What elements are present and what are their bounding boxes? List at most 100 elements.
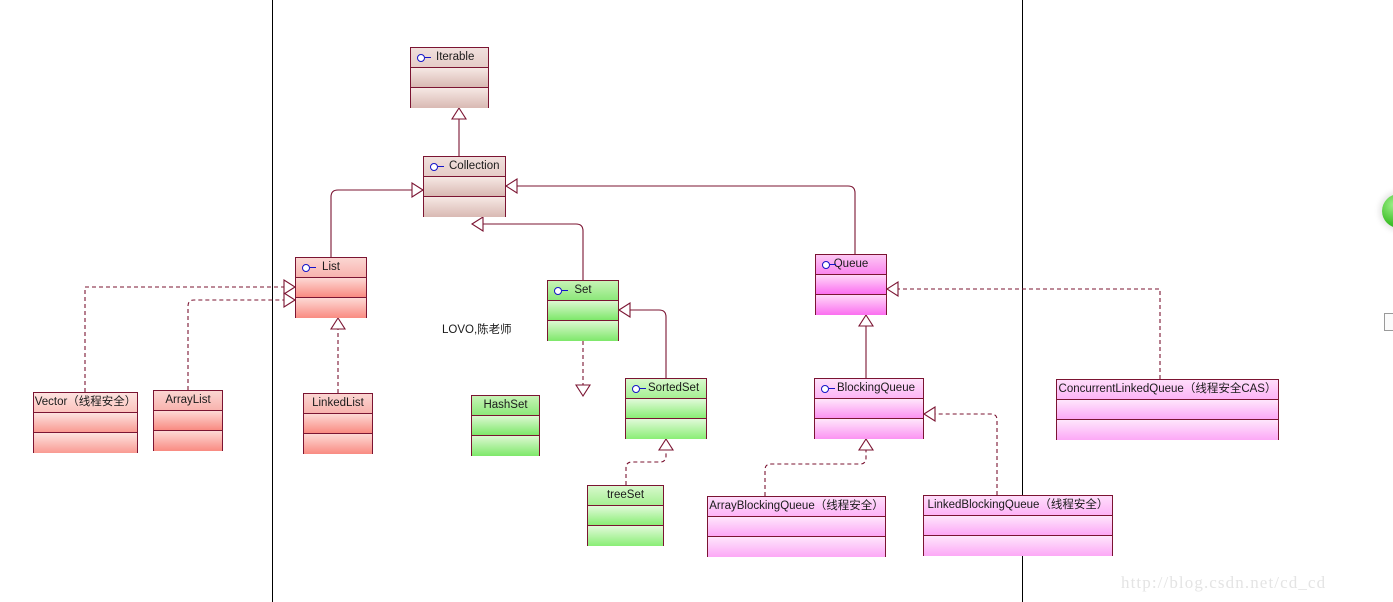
class-name-label: List <box>322 261 340 273</box>
generalization-arrowhead-icon <box>504 177 518 195</box>
generalization-arrowhead-icon <box>283 291 297 309</box>
class-node-iterable[interactable]: Iterable <box>410 47 489 108</box>
class-node-queue[interactable]: Queue <box>815 254 887 315</box>
connector-line <box>187 299 295 390</box>
author-label: LOVO,陈老师 <box>442 324 512 336</box>
operations-compartment <box>815 419 923 439</box>
interface-marker-icon <box>632 384 647 393</box>
class-name-label: HashSet <box>483 399 528 411</box>
class-node-title: LinkedList <box>304 394 372 414</box>
edge-set-extends-collection <box>470 215 584 280</box>
class-name-label: ArrayBlockingQueue（线程安全） <box>709 500 884 512</box>
generalization-arrowhead-icon <box>857 437 875 451</box>
connector-line <box>924 413 998 495</box>
interface-marker-icon <box>302 263 317 272</box>
edge-vector-implements-list <box>84 278 297 392</box>
class-node-title: BlockingQueue <box>815 379 923 399</box>
interface-marker-icon <box>430 162 445 171</box>
generalization-arrowhead-icon <box>574 384 592 398</box>
generalization-arrowhead-icon <box>617 301 631 319</box>
edge-arrayblockingqueue-impl-bq <box>764 437 875 496</box>
class-node-linkedlist[interactable]: LinkedList <box>303 393 373 454</box>
class-node-title: ArrayBlockingQueue（线程安全） <box>708 497 885 517</box>
class-node-treeset[interactable]: treeSet <box>587 485 664 546</box>
class-name-label: Set <box>574 284 592 296</box>
connector-line <box>506 185 856 254</box>
class-node-arrayblockingqueue[interactable]: ArrayBlockingQueue（线程安全） <box>707 496 886 557</box>
attributes-compartment <box>1057 400 1278 420</box>
class-node-title: Vector（线程安全） <box>34 393 137 413</box>
class-name-label: SortedSet <box>648 382 700 394</box>
class-node-title: ConcurrentLinkedQueue（线程安全CAS） <box>1057 380 1278 400</box>
class-node-title: Collection <box>424 157 505 177</box>
attributes-compartment <box>304 414 372 434</box>
operations-compartment <box>296 298 366 318</box>
class-node-title: List <box>296 258 366 278</box>
attributes-compartment <box>154 411 222 431</box>
class-name-label: BlockingQueue <box>837 382 915 394</box>
generalization-arrowhead-icon <box>283 278 297 296</box>
operations-compartment <box>411 88 488 108</box>
class-node-title: Set <box>548 281 618 301</box>
generalization-arrowhead-icon <box>329 316 347 330</box>
interface-marker-icon <box>554 286 569 295</box>
edge-linkedblockingqueue-impl-bq <box>922 405 998 495</box>
attributes-compartment <box>424 177 505 197</box>
class-node-collection[interactable]: Collection <box>423 156 506 217</box>
edge-concurrentlinkedqueue-impl-queue <box>885 280 1161 379</box>
operations-compartment <box>548 321 618 341</box>
uml-diagram-canvas: Iterable Collection List Set Queue Vector（线程安… <box>0 0 1393 602</box>
class-node-hashset[interactable]: HashSet <box>471 395 540 456</box>
connector-line <box>887 288 1161 379</box>
class-node-title: HashSet <box>472 396 539 416</box>
edge-hashset-implements-set <box>574 341 592 398</box>
attributes-compartment <box>815 399 923 419</box>
attributes-compartment <box>708 517 885 537</box>
edge-sortedset-extends-set <box>617 301 667 378</box>
class-node-vector[interactable]: Vector（线程安全） <box>33 392 138 453</box>
status-orb-icon[interactable] <box>1382 194 1393 228</box>
operations-compartment <box>924 536 1112 556</box>
attributes-compartment <box>588 506 663 526</box>
edge-collection-extends-iterable <box>450 106 468 156</box>
connector-line <box>84 286 295 392</box>
class-name-label: treeSet <box>606 489 645 501</box>
connector-line <box>619 309 667 378</box>
class-node-arraylist[interactable]: ArrayList <box>153 390 223 451</box>
operations-compartment <box>626 419 706 439</box>
connector-line <box>764 439 867 496</box>
operations-compartment <box>708 537 885 557</box>
edge-arraylist-implements-list <box>187 291 297 390</box>
class-node-list[interactable]: List <box>295 257 367 318</box>
operations-compartment <box>154 431 222 451</box>
edge-treeset-implements-sortedset <box>625 437 675 485</box>
generalization-arrowhead-icon <box>657 437 675 451</box>
class-name-label: LinkedBlockingQueue（线程安全） <box>927 499 1109 511</box>
class-node-concurrentlinkedqueue[interactable]: ConcurrentLinkedQueue（线程安全CAS） <box>1056 379 1279 440</box>
generalization-arrowhead-icon <box>470 215 484 233</box>
side-chip-button[interactable] <box>1384 313 1393 331</box>
class-node-blockingqueue[interactable]: BlockingQueue <box>814 378 924 439</box>
operations-compartment <box>304 434 372 454</box>
class-name-label: LinkedList <box>312 397 364 409</box>
generalization-arrowhead-icon <box>411 181 425 199</box>
attributes-compartment <box>626 399 706 419</box>
edge-queue-extends-collection <box>504 177 856 254</box>
class-node-title: ArrayList <box>154 391 222 411</box>
page-guide-left <box>272 0 273 602</box>
class-node-title: Queue <box>816 255 886 275</box>
class-node-set[interactable]: Set <box>547 280 619 341</box>
operations-compartment <box>816 295 886 315</box>
interface-marker-icon <box>821 384 836 393</box>
class-name-label: Collection <box>449 160 500 172</box>
class-node-sortedset[interactable]: SortedSet <box>625 378 707 439</box>
connector-line <box>625 439 667 485</box>
attributes-compartment <box>411 68 488 88</box>
attributes-compartment <box>296 278 366 298</box>
edge-list-extends-collection <box>330 181 425 257</box>
attributes-compartment <box>924 516 1112 536</box>
class-name-label: ConcurrentLinkedQueue（线程安全CAS） <box>1058 383 1277 395</box>
generalization-arrowhead-icon <box>450 106 468 120</box>
operations-compartment <box>588 526 663 546</box>
class-node-linkedblockingqueue[interactable]: LinkedBlockingQueue（线程安全） <box>923 495 1113 556</box>
